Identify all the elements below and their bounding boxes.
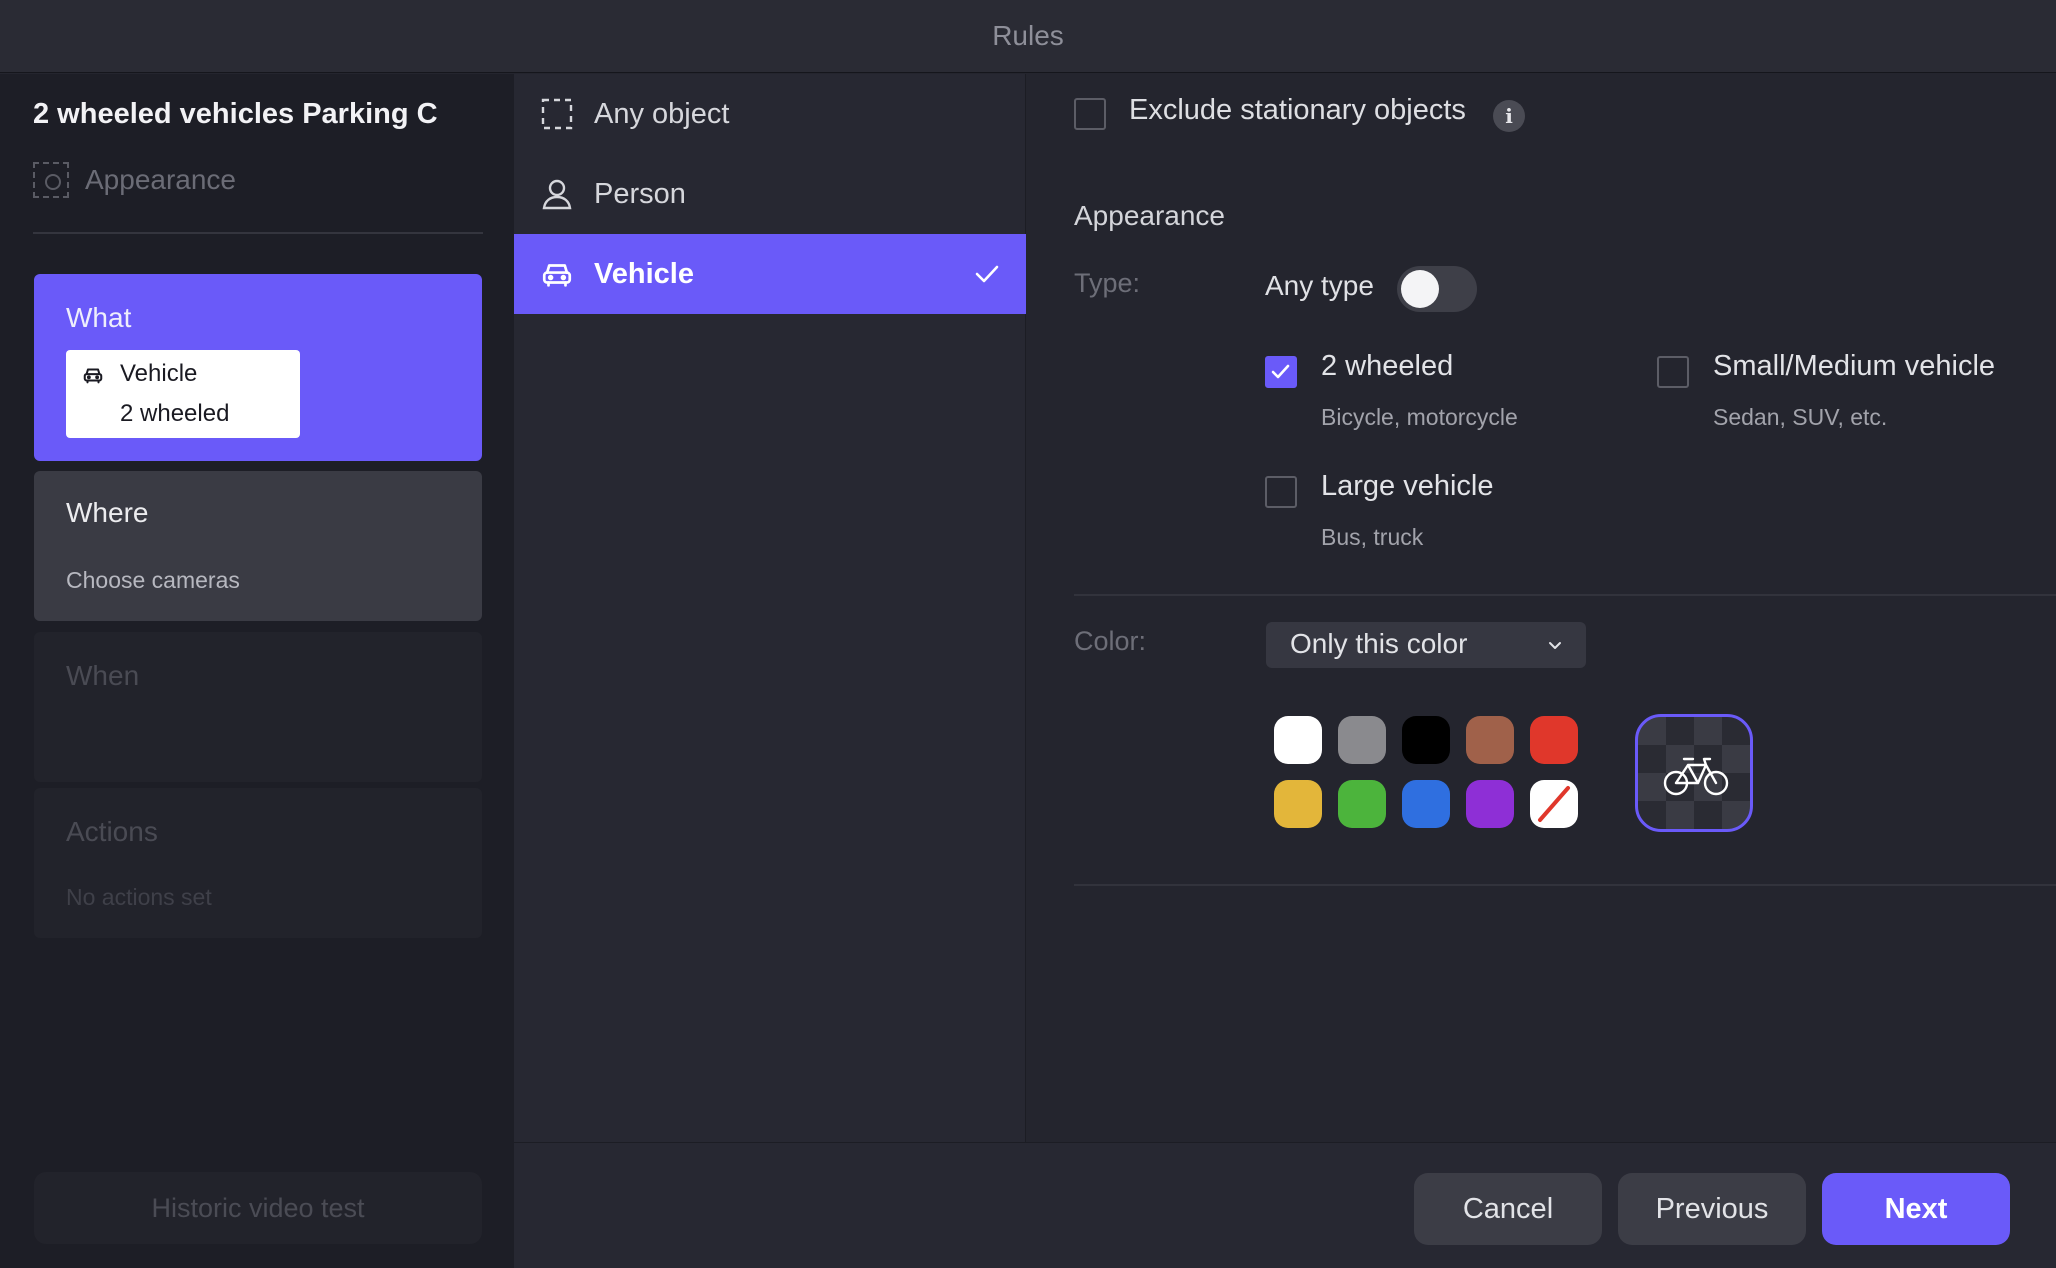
step-what-title: What xyxy=(66,302,132,333)
step-when[interactable]: When xyxy=(34,632,482,782)
color-swatch[interactable] xyxy=(1402,780,1450,828)
color-swatch[interactable] xyxy=(1274,780,1322,828)
any-type-toggle[interactable] xyxy=(1397,266,1477,312)
dialog-footer: Cancel Previous Next xyxy=(514,1142,2056,1268)
dashed-square-icon xyxy=(541,98,573,130)
step-where-title: Where xyxy=(66,497,149,528)
section-divider xyxy=(1074,884,2056,886)
car-icon xyxy=(83,368,103,384)
title-bar: Rules xyxy=(0,0,2056,73)
object-item-any[interactable]: Any object xyxy=(514,74,1026,154)
previous-button[interactable]: Previous xyxy=(1618,1173,1806,1245)
section-divider xyxy=(1074,594,2056,596)
window-title: Rules xyxy=(992,20,1064,51)
color-swatch[interactable] xyxy=(1338,716,1386,764)
appearance-section-title: Appearance xyxy=(1074,200,1226,231)
person-icon xyxy=(542,179,572,210)
large-vehicle-title: Large vehicle xyxy=(1321,470,1494,502)
small-medium-vehicle-checkbox[interactable] xyxy=(1657,356,1689,388)
no-color-swatch[interactable] xyxy=(1530,780,1578,828)
info-icon[interactable]: i xyxy=(1493,100,1525,132)
color-swatch[interactable] xyxy=(1274,716,1322,764)
color-swatch[interactable] xyxy=(1338,780,1386,828)
rule-subtitle: Appearance xyxy=(33,162,236,198)
rules-window: Rules 2 wheeled vehicles Parking C Appea… xyxy=(0,0,2056,1268)
small-medium-vehicle-subtitle: Sedan, SUV, etc. xyxy=(1713,404,1888,430)
color-swatch[interactable] xyxy=(1466,716,1514,764)
large-vehicle-subtitle: Bus, truck xyxy=(1321,524,1424,550)
type-label: Type: xyxy=(1074,268,1141,298)
step-actions[interactable]: Actions No actions set xyxy=(34,788,482,938)
historic-video-test-button[interactable]: Historic video test xyxy=(34,1172,482,1244)
rule-name: 2 wheeled vehicles Parking C xyxy=(33,98,438,130)
step-where[interactable]: Where Choose cameras xyxy=(34,471,482,621)
two-wheeled-checkbox[interactable] xyxy=(1265,356,1297,388)
large-vehicle-checkbox[interactable] xyxy=(1265,476,1297,508)
cancel-button[interactable]: Cancel xyxy=(1414,1173,1602,1245)
color-swatch[interactable] xyxy=(1530,716,1578,764)
step-where-detail: Choose cameras xyxy=(66,567,240,593)
step-actions-detail: No actions set xyxy=(66,884,212,910)
rule-sidebar: 2 wheeled vehicles Parking C Appearance … xyxy=(0,74,514,1268)
checkmark-icon xyxy=(1271,364,1290,379)
exclude-stationary-label: Exclude stationary objects xyxy=(1129,94,1466,126)
what-value-type: Vehicle xyxy=(120,360,198,387)
what-value-subtype: 2 wheeled xyxy=(120,400,230,427)
two-wheeled-subtitle: Bicycle, motorcycle xyxy=(1321,404,1518,430)
color-preview xyxy=(1635,714,1753,832)
color-mode-dropdown[interactable]: Only this color xyxy=(1266,622,1586,668)
color-swatch[interactable] xyxy=(1402,716,1450,764)
checkmark-icon xyxy=(975,265,999,283)
two-wheeled-title: 2 wheeled xyxy=(1321,350,1454,382)
exclude-stationary-checkbox[interactable] xyxy=(1074,98,1106,130)
rule-subtitle-label: Appearance xyxy=(85,164,237,195)
what-summary-card: Vehicle 2 wheeled xyxy=(66,350,300,438)
color-mode-value: Only this color xyxy=(1290,628,1468,659)
appearance-icon xyxy=(33,162,69,198)
object-item-label: Vehicle xyxy=(594,257,694,290)
step-what[interactable]: What Vehicle 2 wheeled xyxy=(34,274,482,461)
object-item-person[interactable]: Person xyxy=(514,154,1026,234)
next-button[interactable]: Next xyxy=(1822,1173,2010,1245)
any-type-label: Any type xyxy=(1265,270,1374,301)
chevron-down-icon xyxy=(1549,642,1561,649)
toggle-knob xyxy=(1401,270,1439,308)
object-type-list: Any object Person Vehicle xyxy=(514,74,1026,1142)
car-icon xyxy=(542,264,572,287)
step-when-title: When xyxy=(66,660,140,691)
vehicle-detail-panel: Exclude stationary objects i Appearance … xyxy=(1027,74,2056,1142)
object-item-label: Any object xyxy=(594,97,730,130)
bicycle-icon xyxy=(1663,757,1729,796)
small-medium-vehicle-title: Small/Medium vehicle xyxy=(1713,350,1996,382)
object-item-vehicle[interactable]: Vehicle xyxy=(514,234,1026,314)
color-label: Color: xyxy=(1074,626,1147,656)
step-actions-title: Actions xyxy=(66,816,158,847)
color-swatch[interactable] xyxy=(1466,780,1514,828)
sidebar-divider xyxy=(33,232,483,234)
object-item-label: Person xyxy=(594,177,686,210)
